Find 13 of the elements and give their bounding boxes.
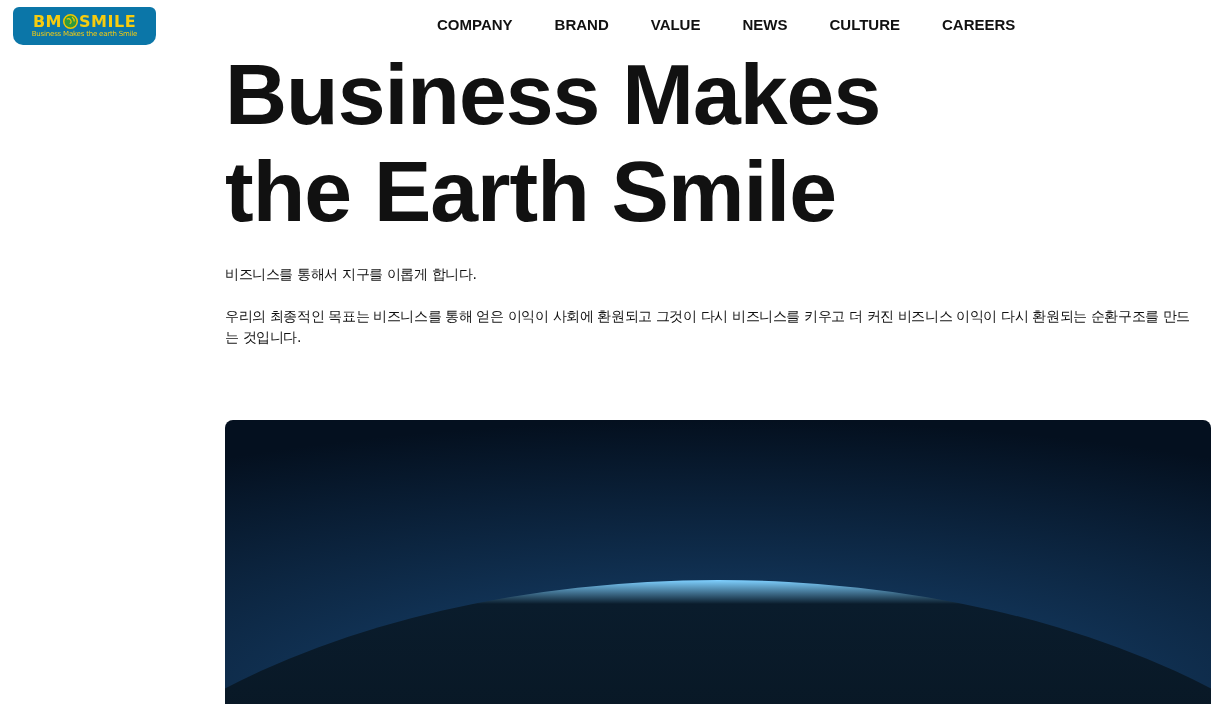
nav-link[interactable]: CAREERS (921, 16, 1037, 33)
logo-text: SMILE (79, 13, 137, 30)
logo-text: BM (32, 13, 63, 30)
paragraph: 우리의 최종적인 목표는 비즈니스를 통해 얻은 이익이 사회에 환원되고 그것이 다시 비즈니스를 키우고 더 커진 비즈니스 이익이 다시 환원되는 순환구조를 만드는 것입니다. (225, 307, 1191, 347)
globe-icon (63, 14, 79, 29)
nav-link[interactable]: CULTURE (808, 16, 921, 33)
headline: Business Makes (225, 46, 881, 143)
nav-link[interactable]: VALUE (629, 16, 722, 33)
nav-link[interactable]: BRAND (533, 16, 630, 33)
nav-link[interactable]: COMPANY (416, 16, 534, 33)
headline: the Earth Smile (225, 143, 837, 240)
paragraph: 비즈니스를 통해서 지구를 이롭게 합니다. (225, 265, 478, 284)
nav-link[interactable]: NEWS (721, 16, 809, 33)
